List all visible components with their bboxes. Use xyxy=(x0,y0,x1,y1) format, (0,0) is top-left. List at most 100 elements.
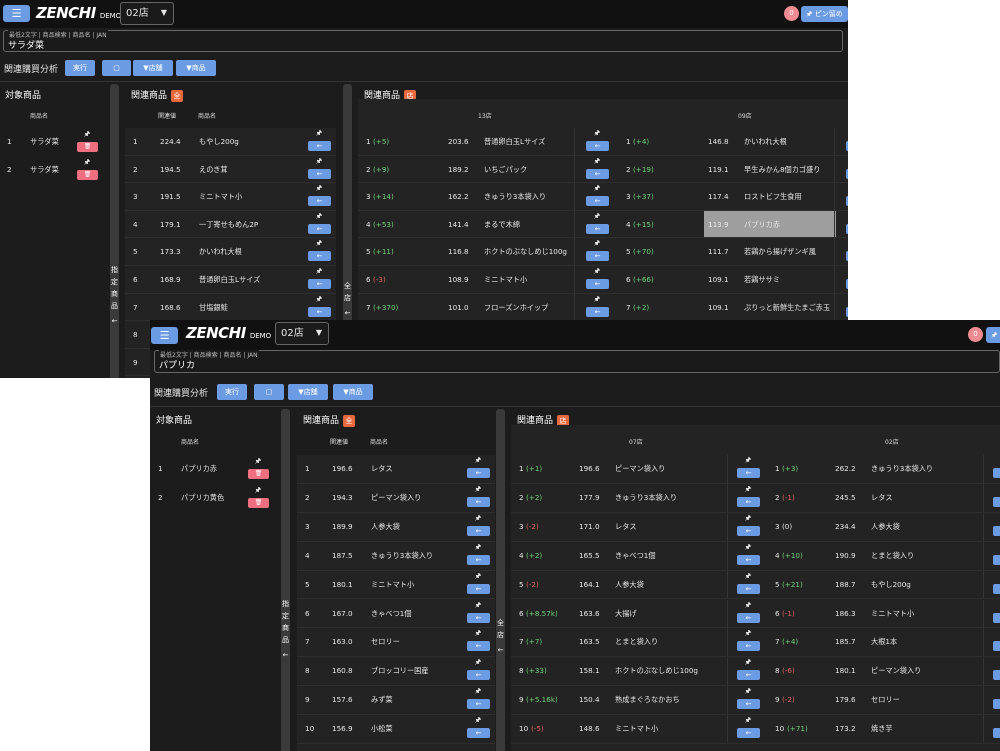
store-row[interactable]: 5 (-2) 164.1 人参大袋 🖈 ← xyxy=(511,570,767,600)
add-target-button[interactable]: ← xyxy=(737,583,760,594)
add-target-button[interactable]: ← xyxy=(586,306,609,317)
add-target-button[interactable]: ← xyxy=(846,223,848,234)
store-row[interactable]: 3 (-2) 171.0 レタス 🖈 ← xyxy=(511,512,767,542)
add-target-button[interactable]: ← xyxy=(586,168,609,179)
pin-icon[interactable]: 🖈 xyxy=(314,184,324,195)
related-row[interactable]: 10 156.9 小松菜 🖈 ← xyxy=(297,715,495,744)
pin-button[interactable]: 🖈 ピン留め xyxy=(801,6,848,22)
add-target-button[interactable]: ← xyxy=(846,141,848,151)
add-target-button[interactable]: ← xyxy=(467,525,490,536)
run-button[interactable]: 実行 xyxy=(65,60,95,76)
add-target-button[interactable]: ← xyxy=(308,306,331,317)
store-row[interactable]: 6 (-3) 108.9 ミニトマト小 🖈 ← xyxy=(358,266,618,294)
notification-badge[interactable]: 0 xyxy=(968,327,983,342)
related-row[interactable]: 1 196.6 レタス 🖈 ← xyxy=(297,455,495,484)
run-button[interactable]: 実行 xyxy=(217,384,247,400)
square-button[interactable]: ▢ xyxy=(102,60,131,76)
square-button[interactable]: ▢ xyxy=(254,384,284,400)
add-target-button[interactable]: ← xyxy=(467,641,490,652)
add-target-button[interactable]: ← xyxy=(467,699,490,710)
pin-icon[interactable]: 🖈 xyxy=(743,485,753,496)
store-row[interactable]: 7(+2)109.1ぷりっと新鮮生たまご赤玉🖈← xyxy=(618,293,848,322)
store-row[interactable]: 10 (-5) 148.6 ミニトマト小 🖈 ← xyxy=(511,715,767,744)
delete-button[interactable]: 🗑 xyxy=(77,169,98,180)
store-row[interactable]: 7 (+7) 163.5 とまと袋入り 🖈 ← xyxy=(511,628,767,658)
store-row[interactable]: 5 (+11) 116.8 ホクトのぶなしめじ100g 🖈 ← xyxy=(358,238,618,266)
store-row[interactable]: 1 (+5) 203.6 普通卵白玉Lサイズ 🖈 ← xyxy=(358,128,618,156)
add-target-button[interactable]: ← xyxy=(737,641,760,652)
store-row[interactable]: 4(+15)113.9パプリカ赤🖈← xyxy=(618,210,848,239)
add-target-button[interactable]: ← xyxy=(467,728,490,739)
specified-product-toggle[interactable]: 指定商品 ← xyxy=(281,409,290,751)
add-target-button[interactable]: ← xyxy=(993,641,1000,652)
target-row[interactable]: 1 パプリカ赤 🖈 🗑 xyxy=(152,455,278,484)
delete-button[interactable]: 🗑 xyxy=(248,469,269,479)
add-target-button[interactable]: ← xyxy=(737,468,760,478)
add-target-button[interactable]: ← xyxy=(308,279,331,289)
store-row[interactable]: 3(+37)117.4ロストビフ生食用🖈← xyxy=(618,183,848,211)
store-row[interactable]: 8(-6)180.1ピーマン袋入り🖈← xyxy=(767,657,1000,687)
store-row[interactable]: 5(+70)111.7若鶏から揚げザンギ風🖈← xyxy=(618,238,848,266)
store-row[interactable]: 5(+21)188.7もやし200g🖈← xyxy=(767,570,1000,600)
delete-button[interactable]: 🗑 xyxy=(77,142,98,152)
pin-icon[interactable]: 🖈 xyxy=(592,295,602,306)
target-row[interactable]: 2 パプリカ黄色 🖈 🗑 xyxy=(152,484,278,513)
add-target-button[interactable]: ← xyxy=(586,141,609,151)
store-select[interactable]: 02店 ▼ xyxy=(120,2,174,25)
delete-button[interactable]: 🗑 xyxy=(248,497,269,508)
related-row[interactable]: 6 168.9 普通卵白玉Lサイズ 🖈 ← xyxy=(125,266,336,294)
pin-button[interactable]: 🖈 xyxy=(986,327,1000,343)
notification-badge[interactable]: 0 xyxy=(784,6,799,21)
pin-icon[interactable]: 🖈 xyxy=(253,486,263,497)
add-target-button[interactable]: ← xyxy=(846,251,848,262)
add-target-button[interactable]: ← xyxy=(993,583,1000,594)
pin-icon[interactable]: 🖈 xyxy=(592,267,602,278)
pin-icon[interactable]: 🖈 xyxy=(743,456,753,467)
related-row[interactable]: 4 179.1 一丁寄せもめん2P 🖈 ← xyxy=(125,211,336,239)
add-target-button[interactable]: ← xyxy=(308,168,331,179)
pin-icon[interactable]: 🖈 xyxy=(592,129,602,140)
add-target-button[interactable]: ← xyxy=(993,728,1000,739)
add-target-button[interactable]: ← xyxy=(467,670,490,681)
pin-icon[interactable]: 🖈 xyxy=(592,157,602,168)
pin-icon[interactable]: 🖈 xyxy=(473,514,483,525)
add-target-button[interactable]: ← xyxy=(993,554,1000,565)
add-target-button[interactable]: ← xyxy=(586,251,609,262)
related-row[interactable]: 5 180.1 ミニトマト小 🖈 ← xyxy=(297,571,495,600)
add-target-button[interactable]: ← xyxy=(846,306,848,317)
pin-icon[interactable]: 🖈 xyxy=(743,716,753,727)
store-row[interactable]: 10(+71)173.2焼き芋🖈← xyxy=(767,715,1000,744)
add-target-button[interactable]: ← xyxy=(467,496,490,507)
pin-icon[interactable]: 🖈 xyxy=(743,658,753,669)
related-row[interactable]: 3 191.5 ミニトマト小 🖈 ← xyxy=(125,183,336,211)
pin-icon[interactable]: 🖈 xyxy=(314,129,324,140)
add-target-button[interactable]: ← xyxy=(737,612,760,623)
add-target-button[interactable]: ← xyxy=(467,583,490,594)
pin-icon[interactable]: 🖈 xyxy=(473,456,483,467)
related-row[interactable]: 4 187.5 きゅうり3本袋入り 🖈 ← xyxy=(297,542,495,571)
pin-icon[interactable]: 🖈 xyxy=(743,543,753,554)
add-target-button[interactable]: ← xyxy=(993,525,1000,536)
store-row[interactable]: 7(+4)185.7大根1本🖈← xyxy=(767,628,1000,658)
search-field[interactable]: 最低2文字 | 商品検索 | 商品名 | JAN サラダ菜 xyxy=(3,30,843,52)
add-target-button[interactable]: ← xyxy=(308,141,331,151)
add-target-button[interactable]: ← xyxy=(993,670,1000,681)
related-row[interactable]: 2 194.5 えのき茸 🖈 ← xyxy=(125,156,336,184)
add-target-button[interactable]: ← xyxy=(586,279,609,289)
pin-icon[interactable]: 🖈 xyxy=(743,629,753,640)
pin-icon[interactable]: 🖈 xyxy=(473,543,483,554)
all-store-toggle[interactable]: 全店 ← xyxy=(496,409,505,751)
menu-button[interactable]: ☰ xyxy=(151,327,178,344)
add-target-button[interactable]: ← xyxy=(737,554,760,565)
store-row[interactable]: 2 (+2) 177.9 きゅうり3本袋入り 🖈 ← xyxy=(511,483,767,513)
add-target-button[interactable]: ← xyxy=(846,168,848,179)
pin-icon[interactable]: 🖈 xyxy=(743,514,753,525)
menu-button[interactable]: ☰ xyxy=(3,5,30,22)
pin-icon[interactable]: 🖈 xyxy=(82,158,92,169)
related-row[interactable]: 9 157.6 みず菜 🖈 ← xyxy=(297,686,495,716)
add-target-button[interactable]: ← xyxy=(737,670,760,681)
add-target-button[interactable]: ← xyxy=(846,196,848,207)
add-target-button[interactable]: ← xyxy=(737,496,760,507)
store-row[interactable]: 4 (+53) 141.4 まるで木綿 🖈 ← xyxy=(358,210,618,239)
related-row[interactable]: 6 167.0 きゃべつ1個 🖈 ← xyxy=(297,600,495,629)
